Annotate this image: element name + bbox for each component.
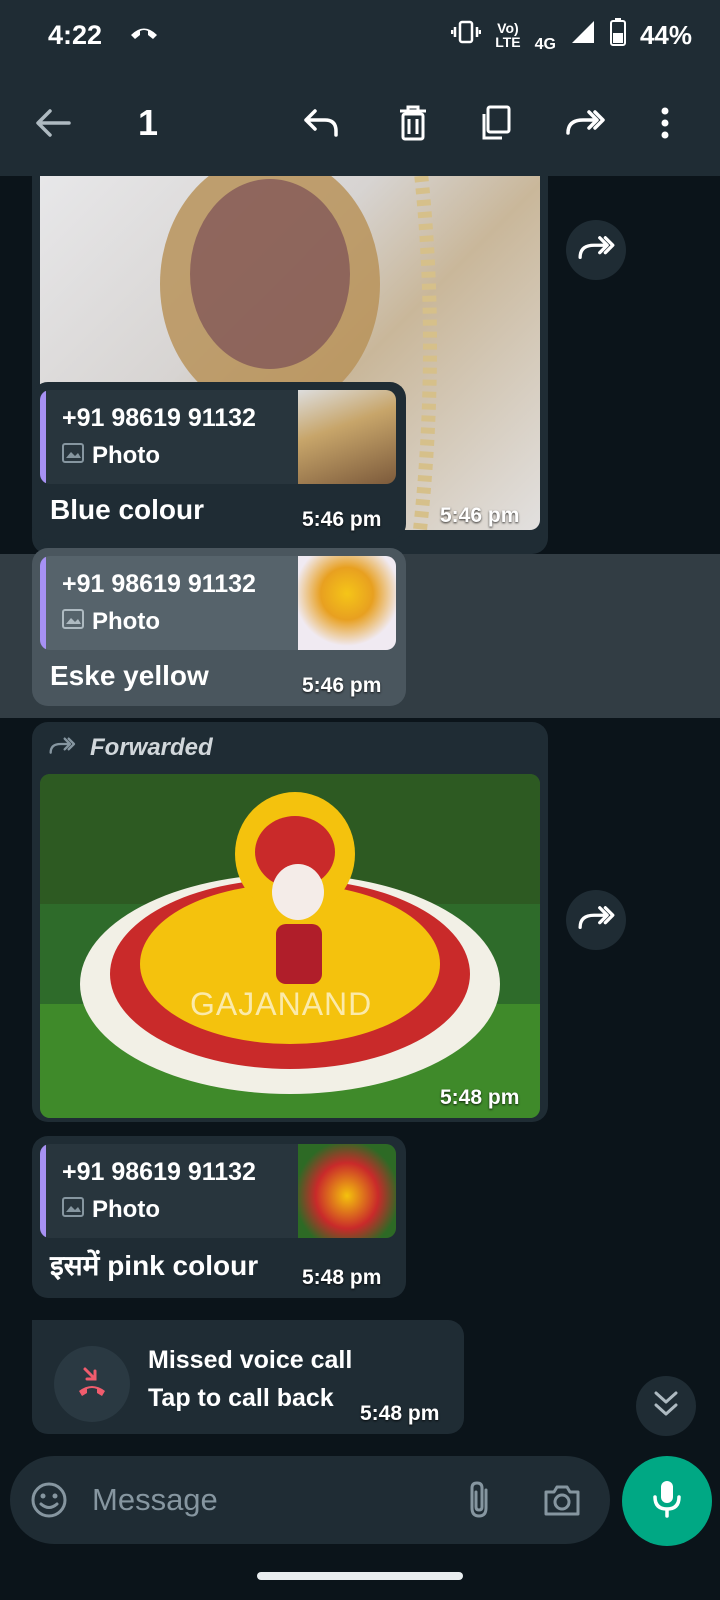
quoted-message[interactable]: +91 98619 91132 Photo — [40, 1144, 396, 1238]
signal-icon — [570, 19, 596, 52]
quoted-message[interactable]: +91 98619 91132 Photo — [40, 556, 396, 650]
forwarded-image-message[interactable]: Forwarded GAJANAND 5:48 pm — [32, 722, 548, 1122]
deity-yellow-outfit-image — [40, 774, 540, 1118]
selection-action-bar: 1 — [0, 70, 720, 176]
home-gesture-pill[interactable] — [257, 1572, 463, 1580]
forward-icon — [576, 234, 616, 267]
missed-call-message[interactable]: Missed voice call Tap to call back 5:48 … — [32, 1320, 464, 1434]
call-forward-icon — [128, 19, 160, 52]
message-timestamp: 5:46 pm — [440, 504, 520, 527]
forward-shortcut-button[interactable] — [566, 220, 626, 280]
reply-message[interactable]: +91 98619 91132 Photo Blue colour 5:46 p… — [32, 382, 406, 540]
quoted-type-label: Photo — [92, 1196, 160, 1223]
call-subtitle: Tap to call back — [148, 1384, 334, 1412]
quoted-type-label: Photo — [92, 608, 160, 635]
photo-icon — [62, 1196, 84, 1224]
chat-message-list[interactable]: 5:46 pm +91 98619 91132 Photo Blue colou… — [0, 176, 720, 1446]
image-watermark: GAJANAND — [190, 986, 373, 1022]
photo-icon — [62, 442, 84, 470]
quote-accent-bar — [40, 390, 46, 484]
message-text: Eske yellow — [50, 660, 209, 691]
attach-icon[interactable] — [466, 1480, 492, 1525]
message-timestamp: 5:48 pm — [440, 1086, 520, 1109]
quoted-type: Photo — [62, 608, 160, 636]
reply-message[interactable]: +91 98619 91132 Photo इसमें pink colour … — [32, 1136, 406, 1298]
vibrate-icon — [450, 19, 482, 52]
quoted-sender: +91 98619 91132 — [62, 404, 256, 432]
status-time: 4:22 — [48, 19, 103, 50]
forward-icon[interactable] — [558, 96, 612, 150]
quoted-thumbnail — [298, 1144, 396, 1238]
volte-bottom-label: LTE — [495, 34, 521, 50]
emoji-icon[interactable] — [30, 1481, 68, 1524]
delete-icon[interactable] — [386, 96, 440, 150]
forwarded-label: Forwarded — [90, 734, 213, 761]
message-timestamp: 5:46 pm — [302, 508, 382, 531]
quoted-type-label: Photo — [92, 442, 160, 469]
message-timestamp: 5:48 pm — [360, 1402, 440, 1425]
quoted-message[interactable]: +91 98619 91132 Photo — [40, 390, 396, 484]
forwarded-indicator: Forwarded — [48, 734, 213, 762]
image-thumbnail[interactable]: GAJANAND — [40, 774, 540, 1118]
photo-icon — [62, 608, 84, 636]
scroll-to-bottom-button[interactable] — [636, 1376, 696, 1436]
missed-call-icon — [75, 1365, 109, 1404]
network-type: 4G — [534, 36, 556, 53]
camera-icon[interactable] — [542, 1482, 582, 1523]
missed-call-icon-wrap — [54, 1346, 130, 1422]
microphone-icon — [652, 1479, 682, 1524]
voice-record-button[interactable] — [622, 1456, 712, 1546]
quoted-sender: +91 98619 91132 — [62, 1158, 256, 1186]
message-text: इसमें pink colour — [50, 1250, 259, 1281]
quoted-type: Photo — [62, 1196, 160, 1224]
message-timestamp: 5:46 pm — [302, 674, 382, 697]
system-nav-bar — [0, 1552, 720, 1600]
call-title: Missed voice call — [148, 1346, 353, 1374]
message-composer[interactable]: Message — [10, 1456, 610, 1544]
reply-icon[interactable] — [294, 96, 348, 150]
battery-icon — [609, 17, 626, 53]
copy-icon[interactable] — [468, 96, 522, 150]
quoted-sender: +91 98619 91132 — [62, 570, 256, 598]
quoted-thumbnail — [298, 390, 396, 484]
status-bar: 4:22 Vo) LTE 4G 44% — [0, 0, 720, 70]
message-text: Blue colour — [50, 494, 205, 525]
back-arrow-icon[interactable] — [26, 96, 80, 150]
double-chevron-down-icon — [653, 1390, 679, 1423]
battery-percent: 44% — [639, 19, 692, 50]
message-timestamp: 5:48 pm — [302, 1266, 382, 1289]
quote-accent-bar — [40, 556, 46, 650]
message-input[interactable]: Message — [92, 1482, 218, 1518]
reply-message-selected[interactable]: +91 98619 91132 Photo Eske yellow 5:46 p… — [32, 548, 406, 706]
quoted-type: Photo — [62, 442, 160, 470]
quote-accent-bar — [40, 1144, 46, 1238]
volte-indicator: Vo) LTE — [495, 21, 520, 49]
selected-count: 1 — [138, 102, 159, 143]
forward-icon — [576, 904, 616, 937]
forward-shortcut-button[interactable] — [566, 890, 626, 950]
forwarded-arrow-icon — [48, 736, 76, 761]
quoted-thumbnail — [298, 556, 396, 650]
more-options-icon[interactable] — [650, 96, 680, 150]
